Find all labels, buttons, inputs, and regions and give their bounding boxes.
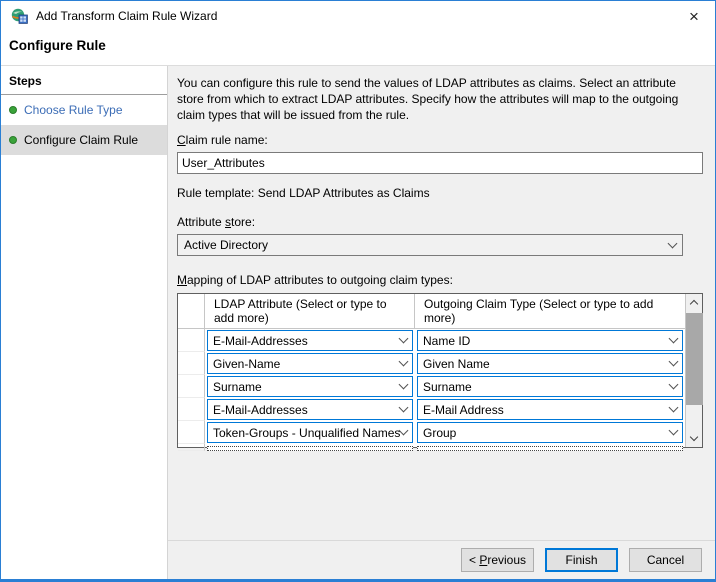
mapping-label: Mapping of LDAP attributes to outgoing c… (177, 273, 703, 287)
steps-sidebar: Steps Choose Rule Type Configure Claim R… (1, 66, 168, 579)
row-selector[interactable] (178, 352, 205, 375)
outgoing-claim-select-row-5[interactable]: Group (417, 422, 683, 443)
table-scrollbar[interactable] (685, 294, 702, 447)
cancel-button[interactable]: Cancel (629, 548, 702, 572)
chevron-down-icon (669, 334, 679, 344)
outgoing-claim-column-header[interactable]: Outgoing Claim Type (Select or type to a… (415, 294, 685, 328)
ldap-attribute-select-row-1[interactable]: E-Mail-Addresses (207, 330, 413, 351)
chevron-down-icon (399, 403, 409, 413)
attribute-store-label: Attribute store: (177, 215, 703, 229)
chevron-down-icon (669, 380, 679, 390)
step-label: Choose Rule Type (24, 103, 123, 117)
close-button[interactable]: × (681, 5, 707, 27)
rule-description: You can configure this rule to send the … (177, 75, 703, 123)
adfs-wizard-icon (11, 8, 28, 24)
ldap-attribute-select-row-3[interactable]: Surname (207, 376, 413, 397)
row-selector[interactable] (178, 444, 205, 451)
finish-button[interactable]: Finish (545, 548, 618, 572)
chevron-down-icon (399, 334, 409, 344)
table-row: Given-Name Given Name (178, 352, 685, 375)
ldap-attribute-column-header[interactable]: LDAP Attribute (Select or type to add mo… (205, 294, 415, 328)
outgoing-claim-new-cell[interactable] (417, 446, 683, 451)
wizard-window: Add Transform Claim Rule Wizard × Config… (0, 0, 716, 582)
previous-button[interactable]: < Previous (461, 548, 534, 572)
step-complete-icon (9, 106, 17, 114)
chevron-down-icon (399, 357, 409, 367)
step-label: Configure Claim Rule (24, 133, 138, 147)
scrollbar-thumb[interactable] (686, 313, 703, 405)
scroll-up-button[interactable] (686, 294, 703, 311)
chevron-down-icon (669, 357, 679, 367)
step-complete-icon (9, 136, 17, 144)
outgoing-claim-select-row-1[interactable]: Name ID (417, 330, 683, 351)
chevron-up-icon (690, 300, 698, 308)
mapping-table: LDAP Attribute (Select or type to add mo… (177, 293, 703, 448)
outgoing-claim-select-row-2[interactable]: Given Name (417, 353, 683, 374)
table-header-row: LDAP Attribute (Select or type to add mo… (178, 294, 685, 329)
row-selector[interactable] (178, 398, 205, 421)
ldap-attribute-select-row-2[interactable]: Given-Name (207, 353, 413, 374)
page-title: Configure Rule (9, 38, 106, 53)
claim-rule-name-label: Claim rule name: (177, 133, 703, 147)
chevron-down-icon (690, 433, 698, 441)
row-selector[interactable] (178, 375, 205, 398)
sidebar-item-configure-claim-rule[interactable]: Configure Claim Rule (1, 125, 167, 155)
wizard-button-bar: < Previous Finish Cancel (168, 540, 715, 579)
ldap-attribute-select-row-5[interactable]: Token-Groups - Unqualified Names (207, 422, 413, 443)
rule-template-text: Rule template: Send LDAP Attributes as C… (177, 186, 703, 200)
row-selector[interactable] (178, 329, 205, 352)
outgoing-claim-select-row-4[interactable]: E-Mail Address (417, 399, 683, 420)
claim-rule-name-input[interactable]: User_Attributes (177, 152, 703, 174)
table-new-row (178, 444, 685, 451)
attribute-store-value: Active Directory (184, 238, 268, 252)
title-bar: Add Transform Claim Rule Wizard × (1, 1, 715, 31)
steps-title: Steps (1, 66, 167, 95)
sidebar-item-choose-rule-type[interactable]: Choose Rule Type (1, 95, 167, 125)
table-row: Token-Groups - Unqualified Names Group (178, 421, 685, 444)
window-title: Add Transform Claim Rule Wizard (36, 9, 681, 23)
chevron-down-icon (668, 238, 678, 248)
ldap-attribute-select-row-4[interactable]: E-Mail-Addresses (207, 399, 413, 420)
row-selector-header[interactable] (178, 294, 205, 328)
chevron-down-icon (399, 380, 409, 390)
claim-rule-name-value: User_Attributes (182, 156, 265, 170)
close-icon: × (689, 8, 699, 25)
configure-rule-panel: You can configure this rule to send the … (168, 66, 715, 540)
attribute-store-select[interactable]: Active Directory (177, 234, 683, 256)
table-row: E-Mail-Addresses Name ID (178, 329, 685, 352)
chevron-down-icon (669, 426, 679, 436)
outgoing-claim-select-row-3[interactable]: Surname (417, 376, 683, 397)
scroll-down-button[interactable] (686, 430, 703, 447)
scrollbar-track[interactable] (686, 311, 703, 430)
row-selector[interactable] (178, 421, 205, 444)
page-header: Configure Rule (1, 31, 715, 65)
chevron-down-icon (399, 426, 409, 436)
ldap-attribute-new-cell[interactable] (207, 446, 413, 451)
table-row: Surname Surname (178, 375, 685, 398)
table-row: E-Mail-Addresses E-Mail Address (178, 398, 685, 421)
chevron-down-icon (669, 403, 679, 413)
